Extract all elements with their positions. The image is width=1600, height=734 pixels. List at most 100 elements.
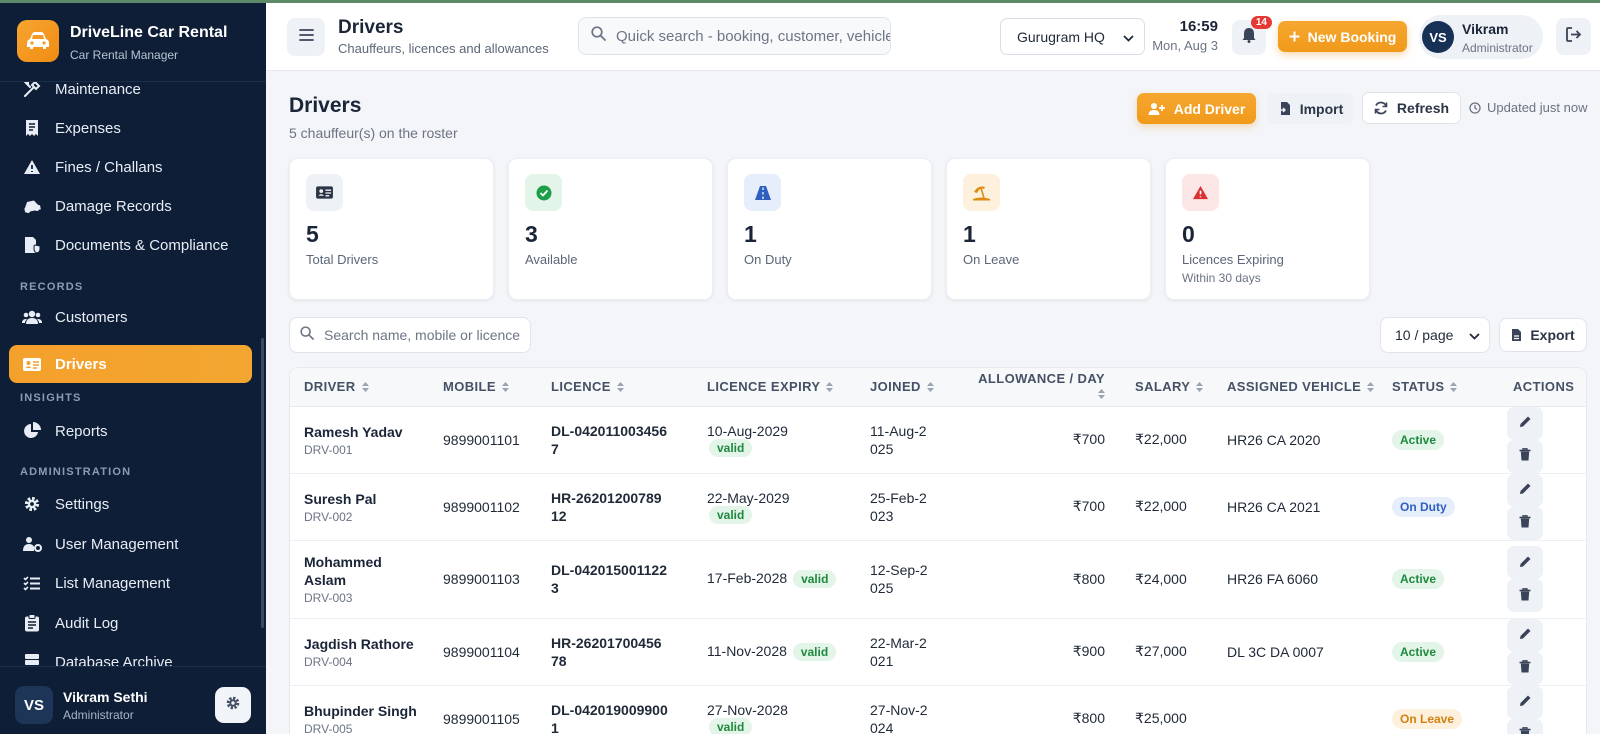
umbrella-beach-icon: [963, 174, 1000, 211]
sort-icon: [361, 380, 369, 395]
sidebar-item-label: Expenses: [55, 119, 121, 137]
table-row[interactable]: Bhupinder Singh DRV-005 9899001105 DL-042…: [290, 685, 1586, 734]
column-label: DRIVER: [304, 378, 356, 394]
status-badge: Active: [1392, 641, 1445, 662]
menu-toggle-button[interactable]: [287, 18, 325, 56]
licence-valid-badge: valid: [792, 642, 837, 661]
column-label: ALLOWANCE / DAY: [978, 371, 1105, 387]
column-label: ASSIGNED VEHICLE: [1227, 378, 1362, 394]
sidebar-item-user-management[interactable]: User Management: [9, 525, 252, 563]
driver-code: DRV-005: [304, 721, 353, 734]
salary: ₹27,000: [1121, 618, 1213, 686]
page-size-value: 10 / page: [1395, 327, 1454, 343]
logout-button[interactable]: [1556, 18, 1591, 55]
edit-button[interactable]: [1507, 546, 1543, 579]
delete-button[interactable]: [1507, 506, 1543, 540]
sidebar-item-drivers[interactable]: Drivers: [9, 345, 252, 383]
delete-button[interactable]: [1507, 718, 1543, 734]
sidebar-item-database-archive[interactable]: Database Archive: [9, 643, 252, 666]
sidebar-item-damage-records[interactable]: Damage Records: [9, 187, 252, 225]
allowance: ₹700: [964, 473, 1121, 541]
user-name: Vikram: [1462, 21, 1509, 37]
table-row[interactable]: Jagdish Rathore DRV-004 9899001104 HR-262…: [290, 618, 1586, 686]
sidebar-item-list-management[interactable]: List Management: [9, 564, 252, 602]
section-administration: ADMINISTRATION: [20, 466, 132, 478]
column-header-joined[interactable]: JOINED: [856, 368, 964, 407]
joined-date: 11-Aug-2025: [870, 422, 927, 457]
file-shield-icon: [22, 235, 42, 255]
clock-icon: [1469, 101, 1481, 114]
stat-value: 0: [1182, 221, 1195, 247]
stat-value: 1: [963, 221, 976, 247]
column-header-actions: ACTIONS: [1499, 368, 1586, 407]
add-driver-button[interactable]: Add Driver: [1137, 93, 1256, 124]
column-header-licence[interactable]: LICENCE: [537, 368, 693, 407]
alert-triangle-icon: [1182, 174, 1219, 211]
table-row[interactable]: Suresh Pal DRV-002 9899001102 HR-26201200…: [290, 473, 1586, 541]
driver-mobile: 9899001105: [429, 685, 537, 734]
sidebar-item-audit-log[interactable]: Audit Log: [9, 604, 252, 642]
id-card-icon: [306, 174, 343, 211]
delete-button[interactable]: [1507, 651, 1543, 685]
licence-expiry: 22-May-2029: [707, 489, 790, 506]
column-header-salary[interactable]: SALARY: [1121, 368, 1213, 407]
column-header-allowance[interactable]: ALLOWANCE / DAY: [964, 368, 1121, 407]
warning-icon: [22, 157, 42, 177]
pencil-icon: [1519, 694, 1532, 710]
sidebar-item-expenses[interactable]: Expenses: [9, 109, 252, 147]
notifications-button[interactable]: 14: [1232, 16, 1272, 55]
sidebar-item-documents[interactable]: Documents & Compliance: [9, 226, 252, 264]
delete-button[interactable]: [1507, 439, 1543, 473]
quick-search-input[interactable]: [616, 27, 890, 45]
car-logo-icon: [17, 20, 59, 62]
trash-icon: [1519, 515, 1531, 531]
sidebar-item-reports[interactable]: Reports: [9, 412, 252, 450]
sidebar-item-maintenance[interactable]: Maintenance: [9, 82, 252, 108]
section-records: RECORDS: [20, 281, 84, 293]
refresh-button[interactable]: Refresh: [1362, 92, 1461, 124]
branch-select[interactable]: Gurugram HQ: [1000, 18, 1145, 55]
stat-label: Total Drivers: [306, 252, 379, 267]
assigned-vehicle: DL 3C DA 0007: [1213, 618, 1378, 686]
table-row[interactable]: Mohammed Aslam DRV-003 9899001103 DL-0420…: [290, 540, 1586, 619]
page-size-select[interactable]: 10 / page: [1380, 317, 1490, 353]
page-subtitle: 5 chauffeur(s) on the roster: [289, 125, 458, 141]
delete-button[interactable]: [1507, 579, 1543, 612]
import-button[interactable]: Import: [1267, 93, 1354, 124]
joined-date: 25-Feb-2023: [870, 489, 927, 524]
licence-number: DL-0420190099001: [551, 701, 668, 734]
column-header-mobile[interactable]: MOBILE: [429, 368, 537, 407]
sidebar-scrollbar[interactable]: [261, 338, 264, 628]
edit-button[interactable]: [1507, 618, 1543, 652]
edit-button[interactable]: [1507, 685, 1543, 719]
user-settings-button[interactable]: [215, 687, 251, 723]
driver-mobile: 9899001102: [429, 473, 537, 541]
edit-button[interactable]: [1507, 406, 1543, 440]
column-header-driver[interactable]: DRIVER: [290, 368, 429, 407]
sidebar-item-settings[interactable]: Settings: [9, 485, 252, 523]
export-button[interactable]: Export: [1499, 318, 1587, 352]
stat-label: On Leave: [963, 252, 1020, 267]
sidebar-item-customers[interactable]: Customers: [9, 298, 252, 336]
stat-card-licences-expiring: 0 Licences Expiring Within 30 days: [1165, 158, 1370, 300]
gear-icon: [22, 494, 42, 514]
sidebar-item-fines[interactable]: Fines / Challans: [9, 148, 252, 186]
edit-button[interactable]: [1507, 473, 1543, 507]
salary: ₹25,000: [1121, 685, 1213, 734]
sidebar-item-label: Settings: [55, 495, 110, 513]
joined-date: 12-Sep-2025: [870, 562, 928, 596]
driver-name: Ramesh Yadav: [304, 423, 403, 440]
user-menu[interactable]: VS Vikram Administrator: [1419, 15, 1543, 59]
column-header-assigned-vehicle[interactable]: ASSIGNED VEHICLE: [1213, 368, 1378, 407]
status-badge: Active: [1392, 569, 1445, 589]
sidebar-item-label: Customers: [55, 308, 128, 326]
trash-icon: [1519, 587, 1531, 604]
sort-icon: [1098, 387, 1105, 402]
column-header-licence-expiry[interactable]: LICENCE EXPIRY: [693, 368, 856, 407]
driver-search-input[interactable]: [324, 327, 530, 343]
top-header: Drivers Chauffeurs, licences and allowan…: [266, 3, 1600, 71]
column-header-status[interactable]: STATUS: [1378, 368, 1499, 407]
sidebar-item-label: Reports: [55, 422, 108, 440]
new-booking-button[interactable]: New Booking: [1278, 21, 1407, 52]
table-row[interactable]: Ramesh Yadav DRV-001 9899001101 DL-042011…: [290, 406, 1586, 474]
